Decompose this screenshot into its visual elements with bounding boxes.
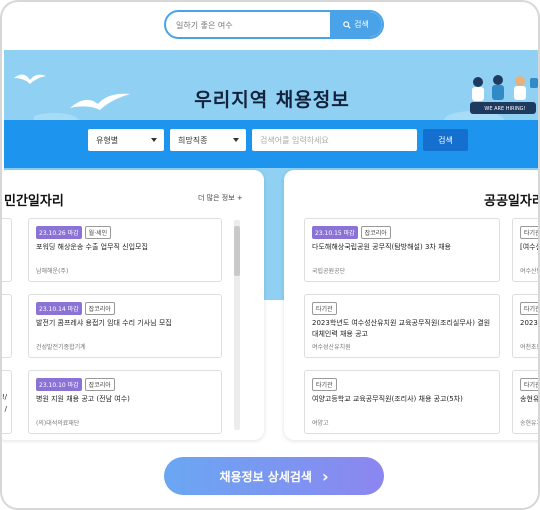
source-badge: 잡코리아 (360, 226, 391, 239)
top-search-input[interactable] (176, 16, 326, 34)
job-card[interactable]: 타기관 여양고등학교 교육공무직원(조리사) 채용 공고(5차) 여양고 (304, 370, 500, 434)
job-title: 여양고등학교 교육공무직원(조리사) 채용 공고(5차) (312, 395, 463, 403)
filter-bar: 유형별 희망직종 검색어를 입력하세요 검색 (88, 129, 468, 151)
chevron-down-icon (233, 138, 239, 142)
private-panel-title: 민간일자리 (4, 194, 64, 209)
deadline-badge: 23.10.26 마감 (36, 226, 82, 239)
keyword-input[interactable]: 검색어를 입력하세요 (252, 129, 417, 151)
company-name: 여천초등 (520, 344, 540, 351)
detailed-search-button[interactable]: 채용정보 상세검색 › (164, 457, 384, 495)
job-title: 2023학년도 여수성산유치원 교육공무직원(조리실무사) 결원대체인력 채용 … (312, 319, 491, 338)
source-badge: 타기관 (312, 378, 337, 391)
type-select[interactable]: 유형별 (88, 129, 164, 151)
private-scrollbar-thumb[interactable] (234, 226, 240, 276)
company-name: (의)대석의료재단 (36, 420, 80, 427)
job-card-partial[interactable] (2, 218, 12, 282)
public-panel-title: 공공일자리 (484, 194, 540, 209)
source-badge: 타기관 (520, 302, 538, 315)
chevron-down-icon (151, 138, 157, 142)
source-badge: 잡코리아 (84, 378, 115, 391)
job-card[interactable]: 23.10.10 마감 잡코리아 병원 지원 채용 공고 (전남 여수) (의)대… (28, 370, 222, 434)
more-info-link[interactable]: 더 많은 정보 + (198, 193, 243, 203)
public-jobs-panel: 공공일자리 23.10.15 마감 잡코리아 다도해해상국립공원 공무직(탐방해설… (284, 170, 540, 440)
job-card-partial[interactable]: 타기관 송현유 공고(2차 송현유치 (512, 370, 540, 434)
job-card[interactable]: 23.10.14 마감 잡코리아 발전기 콤프레샤 용접기 임대 수리 기사님 모… (28, 294, 222, 358)
chevron-right-icon: › (321, 466, 329, 486)
deadline-badge: 23.10.10 마감 (36, 378, 82, 391)
search-icon (343, 20, 351, 29)
hero-title-overlay: 우리지역 채용정보 (194, 89, 350, 111)
job-card-partial[interactable]: 타기관 2023. 소 여천초등 (512, 294, 540, 358)
top-search-bar: 검색 (164, 10, 384, 39)
job-title: 발전기 콤프레샤 용접기 임대 수리 기사님 모집 (36, 319, 172, 327)
company-name: 여양고 (312, 420, 329, 427)
company-name: 국립공원공단 (312, 268, 346, 275)
job-title: 포워딩 해상운송 수출 업무직 신입모집 (36, 243, 148, 251)
job-title: 2023. 소 (520, 319, 540, 327)
job-card-partial[interactable]: 타기관 [여수산 여수산단 (512, 218, 540, 282)
partial-text: / (4, 405, 7, 413)
job-title: 병원 지원 채용 공고 (전남 여수) (36, 395, 130, 403)
app-frame: 검색 WE ARE HIRING! 우리지역 채용정보 우리지역 채용정보 (0, 0, 540, 510)
top-search-button[interactable]: 검색 (330, 12, 382, 37)
source-badge: 타기관 (520, 378, 538, 391)
job-card[interactable]: 23.10.26 마감 월·세인 포워딩 해상운송 수출 업무직 신입모집 남해해… (28, 218, 222, 282)
job-title: 송현유 공고(2차 (520, 395, 540, 403)
top-search-button-label: 검색 (354, 20, 369, 29)
job-card-partial[interactable] (2, 294, 12, 358)
deadline-badge: 23.10.15 마감 (312, 226, 358, 239)
type-select-value: 유형별 (96, 135, 119, 145)
company-name: 여수산단 (520, 268, 540, 275)
job-card[interactable]: 23.10.15 마감 잡코리아 다도해해상국립공원 공무직(탐방해설) 3차 채… (304, 218, 500, 282)
detailed-search-button-label: 채용정보 상세검색 (219, 469, 312, 484)
company-name: 건성발전기종합기계 (36, 344, 86, 351)
job-category-select[interactable]: 희망직종 (170, 129, 246, 151)
private-jobs-panel: 민간일자리 더 많은 정보 + !/ / 23.10.26 마감 월·세인 포워딩… (1, 170, 264, 440)
source-badge: 월·세인 (84, 226, 112, 239)
company-name: 송현유치 (520, 420, 540, 427)
job-category-select-value: 희망직종 (178, 135, 208, 145)
job-title: 다도해해상국립공원 공무직(탐방해설) 3차 채용 (312, 243, 451, 251)
partial-text: !/ (1, 393, 7, 401)
company-name: 여수성산유치원 (312, 344, 351, 351)
job-card-partial[interactable]: !/ / (1, 370, 12, 434)
deadline-badge: 23.10.14 마감 (36, 302, 82, 315)
keyword-input-placeholder: 검색어를 입력하세요 (260, 135, 329, 145)
company-name: 남해해운(주) (36, 268, 69, 275)
source-badge: 잡코리아 (84, 302, 115, 315)
job-card[interactable]: 타기관 2023학년도 여수성산유치원 교육공무직원(조리실무사) 결원대체인력… (304, 294, 500, 358)
source-badge: 타기관 (312, 302, 337, 315)
filter-search-button[interactable]: 검색 (423, 129, 468, 151)
source-badge: 타기관 (520, 226, 538, 239)
job-title: [여수산 (520, 243, 540, 251)
